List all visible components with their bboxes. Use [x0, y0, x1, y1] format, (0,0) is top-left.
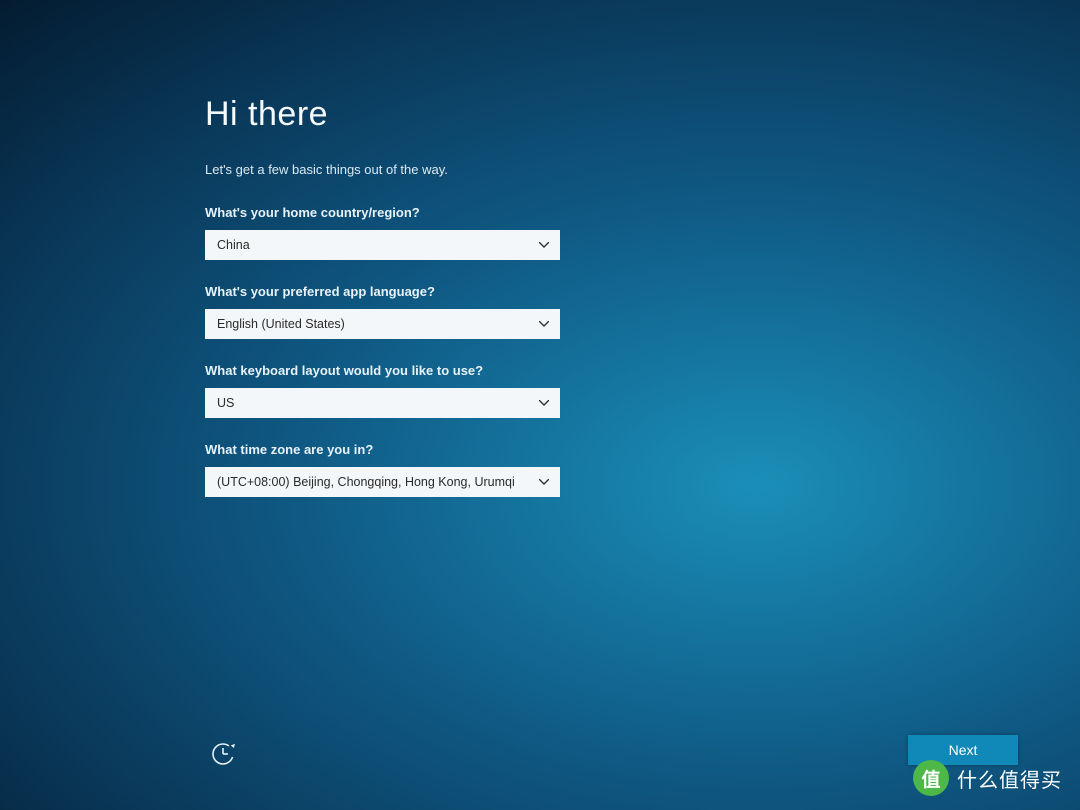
- timezone-field-group: What time zone are you in? (UTC+08:00) B…: [205, 442, 575, 497]
- country-value: China: [217, 238, 250, 252]
- page-subheading: Let's get a few basic things out of the …: [205, 162, 575, 177]
- timezone-label: What time zone are you in?: [205, 442, 575, 457]
- country-label: What's your home country/region?: [205, 205, 575, 220]
- watermark-text: 什么值得买: [957, 764, 1062, 793]
- chevron-down-icon: [538, 318, 550, 330]
- timezone-value: (UTC+08:00) Beijing, Chongqing, Hong Kon…: [217, 475, 515, 489]
- chevron-down-icon: [538, 397, 550, 409]
- language-dropdown[interactable]: English (United States): [205, 309, 560, 339]
- chevron-down-icon: [538, 476, 550, 488]
- country-dropdown[interactable]: China: [205, 230, 560, 260]
- ease-of-access-icon: [211, 741, 237, 767]
- ease-of-access-button[interactable]: [210, 740, 238, 768]
- keyboard-field-group: What keyboard layout would you like to u…: [205, 363, 575, 418]
- chevron-down-icon: [538, 239, 550, 251]
- page-heading: Hi there: [205, 95, 575, 134]
- timezone-dropdown[interactable]: (UTC+08:00) Beijing, Chongqing, Hong Kon…: [205, 467, 560, 497]
- keyboard-label: What keyboard layout would you like to u…: [205, 363, 575, 378]
- keyboard-value: US: [217, 396, 234, 410]
- keyboard-dropdown[interactable]: US: [205, 388, 560, 418]
- country-field-group: What's your home country/region? China: [205, 205, 575, 260]
- watermark: 值 什么值得买: [913, 760, 1062, 796]
- setup-content: Hi there Let's get a few basic things ou…: [205, 95, 575, 521]
- language-field-group: What's your preferred app language? Engl…: [205, 284, 575, 339]
- watermark-badge: 值: [913, 760, 949, 796]
- language-value: English (United States): [217, 317, 345, 331]
- language-label: What's your preferred app language?: [205, 284, 575, 299]
